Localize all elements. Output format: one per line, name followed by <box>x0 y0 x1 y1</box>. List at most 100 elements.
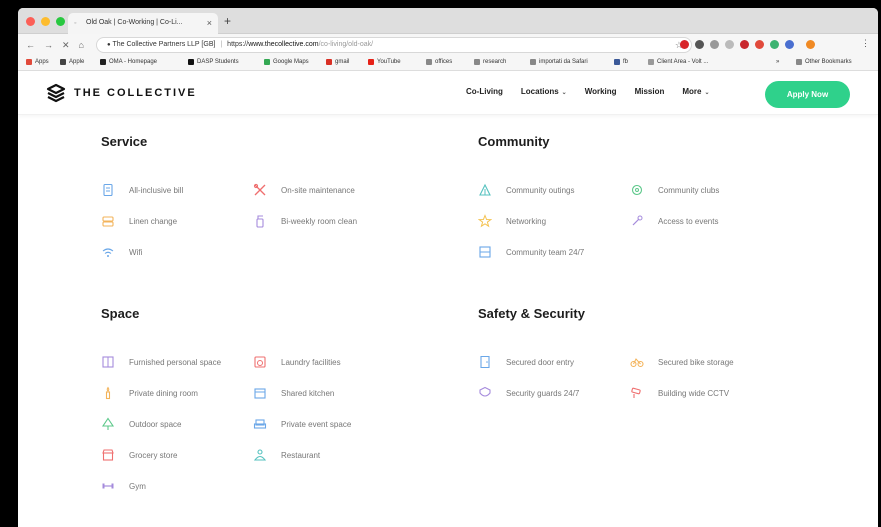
bookmark-other[interactable]: Other Bookmarks <box>796 59 852 65</box>
url-scheme: https:// <box>227 41 249 48</box>
browser-tab[interactable]: ◦ Old Oak | Co-Working | Co-Li... × <box>68 13 218 34</box>
oma-icon <box>100 59 106 65</box>
bookmark-google-maps[interactable]: Google Maps <box>264 59 309 65</box>
tab-close-icon[interactable]: × <box>207 18 212 28</box>
url-host: www.thecollective.com <box>248 41 319 48</box>
new-tab-button[interactable]: + <box>224 14 231 28</box>
main-nav: Co-Living Locations ⌄ Working Mission Mor… <box>466 87 710 96</box>
service-section: Service <box>101 134 147 149</box>
list-item: Furnished personal space <box>101 355 221 369</box>
extension-icon[interactable] <box>785 40 794 49</box>
ticket-icon <box>632 215 643 226</box>
extension-icon[interactable] <box>680 40 689 49</box>
minimize-window-button[interactable] <box>41 17 50 26</box>
tab-strip: ◦ Old Oak | Co-Working | Co-Li... × + <box>18 8 878 34</box>
address-bar[interactable]: ● The Collective Partners LLP [GB] | htt… <box>96 37 692 53</box>
forward-button[interactable]: → <box>44 40 53 50</box>
nav-locations[interactable]: Locations ⌄ <box>521 87 567 96</box>
list-item: All-inclusive bill <box>101 183 183 197</box>
wifi-icon <box>102 248 114 257</box>
bookmarks-bar: Apps Apple OMA - Homepage DASP Students … <box>18 56 878 71</box>
site-navbar: THE COLLECTIVE Co-Living Locations ⌄ Work… <box>18 71 878 115</box>
window-controls <box>26 17 65 26</box>
list-item: On-site maintenance <box>253 183 355 197</box>
logo-mark-icon <box>46 83 66 103</box>
list-item: Restaurant <box>253 448 320 462</box>
wardrobe-icon <box>102 356 114 368</box>
list-item: Grocery store <box>101 448 177 462</box>
bookmark-offices[interactable]: offices <box>426 59 452 65</box>
extension-icon[interactable] <box>755 40 764 49</box>
list-item: Access to events <box>630 214 718 228</box>
folder-icon <box>474 59 480 65</box>
candle-icon <box>105 386 111 400</box>
list-item: Shared kitchen <box>253 386 334 400</box>
tree-icon <box>101 417 115 430</box>
bookmark-fb[interactable]: fb <box>614 59 628 65</box>
extension-icon[interactable] <box>725 40 734 49</box>
bookmark-oma[interactable]: OMA - Homepage <box>100 59 157 65</box>
team-icon <box>479 246 491 258</box>
home-button[interactable]: ⌂ <box>79 40 84 50</box>
section-title: Space <box>101 306 140 321</box>
washing-machine-icon <box>254 356 266 368</box>
site-logo[interactable]: THE COLLECTIVE <box>46 83 197 103</box>
section-title: Community <box>478 134 550 149</box>
section-title: Service <box>101 134 148 149</box>
apple-icon <box>60 59 66 65</box>
tab-favicon-icon: ◦ <box>74 20 77 27</box>
tab-title: Old Oak | Co-Working | Co-Li... <box>86 19 183 26</box>
nav-working[interactable]: Working <box>585 87 617 96</box>
nav-mission[interactable]: Mission <box>635 87 665 96</box>
list-item: Private dining room <box>101 386 198 400</box>
back-button[interactable]: ← <box>26 40 35 50</box>
bookmark-apple[interactable]: Apple <box>60 59 84 65</box>
kitchen-icon <box>254 388 266 399</box>
section-title: Safety & Security <box>478 306 585 321</box>
bookmark-client-area[interactable]: Client Area - Volt ... <box>648 59 708 65</box>
list-item: Security guards 24/7 <box>478 386 579 400</box>
browser-menu-icon[interactable]: ⋮ <box>861 38 870 49</box>
profile-avatar[interactable] <box>806 40 815 49</box>
extension-icon[interactable] <box>710 40 719 49</box>
list-item: Building wide CCTV <box>630 386 729 400</box>
list-item: Bi-weekly room clean <box>253 214 357 228</box>
networking-star-icon <box>478 214 492 228</box>
store-icon <box>102 449 114 461</box>
cctv-camera-icon <box>631 387 641 398</box>
list-item: Secured bike storage <box>630 355 734 369</box>
url-path: /co-living/old-oak/ <box>318 41 374 48</box>
chevron-down-icon: ⌄ <box>561 90 567 96</box>
bookmark-importati[interactable]: importati da Safari <box>530 59 588 65</box>
zoom-window-button[interactable] <box>56 17 65 26</box>
web-page: THE COLLECTIVE Co-Living Locations ⌄ Work… <box>18 71 878 527</box>
browser-window: ◦ Old Oak | Co-Working | Co-Li... × + ← … <box>18 8 878 527</box>
bookmark-gmail[interactable]: gmail <box>326 59 349 65</box>
outing-tent-icon <box>479 183 491 196</box>
logo-text: THE COLLECTIVE <box>74 87 197 99</box>
bookmark-apps[interactable]: Apps <box>26 59 49 65</box>
guard-icon <box>479 386 491 397</box>
extension-icon[interactable] <box>740 40 749 49</box>
extension-icon[interactable] <box>695 40 704 49</box>
maps-icon <box>264 59 270 65</box>
nav-co-living[interactable]: Co-Living <box>466 87 503 96</box>
close-window-button[interactable] <box>26 17 35 26</box>
list-item: Networking <box>478 214 546 228</box>
bookmark-dasp[interactable]: DASP Students <box>188 59 239 65</box>
bookmark-research[interactable]: research <box>474 59 506 65</box>
bookmark-youtube[interactable]: YouTube <box>368 59 401 65</box>
bookmarks-overflow[interactable]: » <box>776 59 779 65</box>
space-section: Space <box>101 306 139 321</box>
bike-icon <box>630 358 644 368</box>
extension-icon[interactable] <box>770 40 779 49</box>
stop-reload-button[interactable]: ✕ <box>62 40 70 51</box>
apply-now-button[interactable]: Apply Now <box>765 81 850 108</box>
list-item: Community team 24/7 <box>478 245 584 259</box>
safety-section: Safety & Security <box>478 306 585 321</box>
dumbbell-icon <box>102 483 114 489</box>
list-item: Community clubs <box>630 183 719 197</box>
linen-icon <box>102 216 114 227</box>
nav-more[interactable]: More ⌄ <box>682 87 709 96</box>
folder-icon <box>530 59 536 65</box>
